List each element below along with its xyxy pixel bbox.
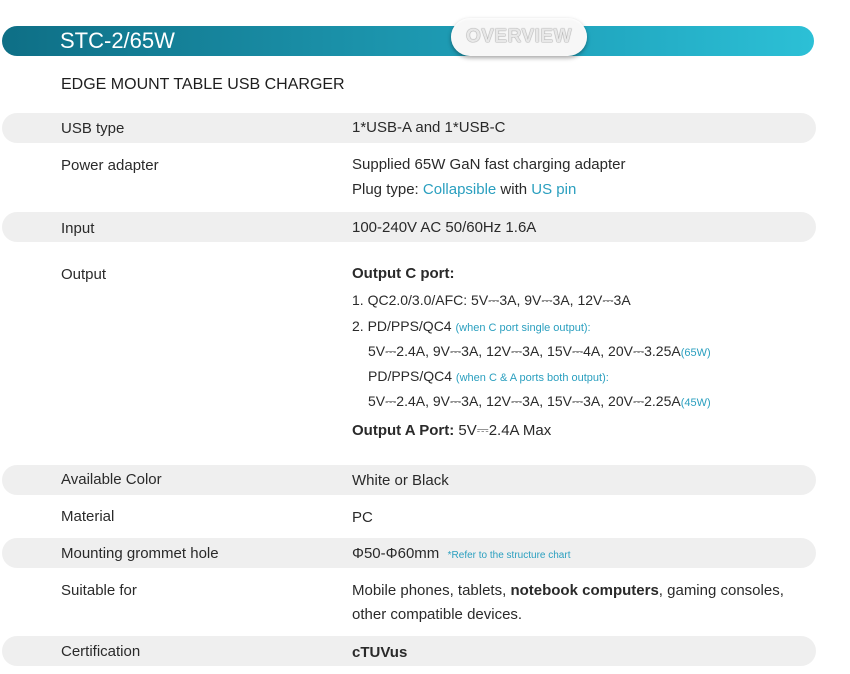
- output-pd-single-main: 2. PD/PPS/QC4: [352, 318, 456, 334]
- output-pd-both-note: (when C & A ports both output):: [455, 372, 609, 384]
- spec-value-grommet: Φ50-Φ60mm *Refer to the structure chart: [352, 544, 570, 566]
- spec-label-material: Material: [61, 508, 115, 525]
- spec-label-grommet: Mounting grommet hole: [61, 545, 219, 562]
- suitable-part1: Mobile phones, tablets,: [352, 582, 511, 599]
- product-subtitle: EDGE MOUNT TABLE USB CHARGER: [61, 76, 345, 93]
- spec-value-color: White or Black: [352, 472, 449, 489]
- output-values-single-watt: (65W): [680, 347, 711, 359]
- output-pd-single-note: (when C port single output):: [455, 322, 591, 334]
- output-pd-both-main: PD/PPS/QC4: [368, 368, 456, 384]
- spec-value-power-adapter: Supplied 65W GaN fast charging adapter: [352, 156, 626, 173]
- suitable-bold: notebook computers: [510, 582, 659, 599]
- spec-label-suitable: Suitable for: [61, 582, 137, 599]
- output-line-pd-single: 2. PD/PPS/QC4 (when C port single output…: [352, 316, 591, 338]
- model-name: STC-2/65W: [60, 28, 175, 53]
- grommet-note: *Refer to the structure chart: [447, 550, 571, 561]
- output-c-port-heading-text: Output C port:: [352, 265, 455, 282]
- spec-value-usb-type: 1*USB-A and 1*USB-C: [352, 119, 506, 136]
- spec-value-suitable: Mobile phones, tablets, notebook compute…: [352, 581, 784, 601]
- spec-label-color: Available Color: [61, 471, 162, 488]
- spec-value-input: 100-240V AC 50/60Hz 1.6A: [352, 219, 537, 236]
- output-a-port-heading: Output A Port:: [352, 422, 455, 439]
- spec-value-suitable-line2: other compatible devices.: [352, 606, 523, 623]
- spec-value-certification: cTUVus: [352, 643, 407, 663]
- plug-type-prefix: Plug type:: [352, 181, 423, 198]
- output-line-qc: 1. QC2.0/3.0/AFC: 5V⎓3A, 9V⎓3A, 12V⎓3A: [352, 292, 631, 308]
- spec-label-output: Output: [61, 266, 107, 283]
- spec-label-input: Input: [61, 220, 95, 237]
- spec-label-usb-type: USB type: [61, 120, 125, 137]
- output-values-single-main: 5V⎓2.4A, 9V⎓3A, 12V⎓3A, 15V⎓4A, 20V⎓3.25…: [368, 343, 681, 359]
- certification-text: cTUVus: [352, 644, 408, 661]
- output-line-values-both: 5V⎓2.4A, 9V⎓3A, 12V⎓3A, 15V⎓3A, 20V⎓2.25…: [368, 391, 711, 413]
- grommet-size: Φ50-Φ60mm: [352, 545, 440, 562]
- plug-with: with: [496, 181, 532, 198]
- spec-value-material: PC: [352, 509, 373, 526]
- suitable-part2: , gaming consoles,: [658, 582, 784, 599]
- plug-us-pin: US pin: [531, 181, 577, 198]
- spec-label-certification: Certification: [61, 643, 141, 660]
- output-line-values-single: 5V⎓2.4A, 9V⎓3A, 12V⎓3A, 15V⎓4A, 20V⎓3.25…: [368, 341, 711, 363]
- output-values-both-watt: (45W): [680, 397, 711, 409]
- output-line-pd-both: PD/PPS/QC4 (when C & A ports both output…: [368, 366, 609, 388]
- output-values-both-main: 5V⎓2.4A, 9V⎓3A, 12V⎓3A, 15V⎓3A, 20V⎓2.25…: [368, 393, 681, 409]
- spec-label-power-adapter: Power adapter: [61, 157, 159, 174]
- plug-collapsible: Collapsible: [422, 181, 497, 198]
- output-a-port: Output A Port: 5V⎓2.4A Max: [352, 421, 551, 441]
- output-c-port-heading: Output C port:: [352, 264, 454, 284]
- spec-value-plug-type: Plug type: Collapsible with US pin: [352, 180, 576, 200]
- overview-tab[interactable]: OVERVIEW: [451, 18, 587, 56]
- output-a-port-value: 5V⎓2.4A Max: [454, 422, 552, 439]
